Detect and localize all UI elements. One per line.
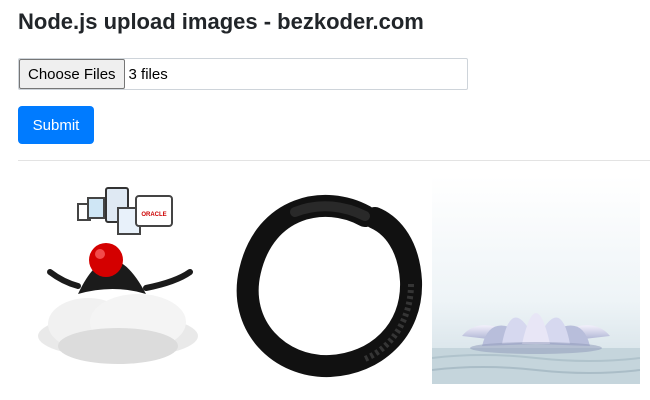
- submit-button[interactable]: Submit: [18, 106, 94, 144]
- selected-files-count: 3 files: [128, 65, 168, 83]
- image-thumbnail-duke: ORACLE: [18, 176, 226, 384]
- oracle-badge: ORACLE: [141, 212, 166, 218]
- page-title: Node.js upload images - bezkoder.com: [18, 9, 424, 34]
- lotus-image: [432, 176, 640, 384]
- enso-circle-image: [236, 194, 423, 378]
- duke-cloud-image: ORACLE: [38, 187, 198, 364]
- divider: [18, 160, 650, 161]
- image-thumbnail-enso: [225, 176, 433, 384]
- choose-files-button[interactable]: Choose Files: [19, 59, 125, 89]
- image-thumbnail-lotus: [432, 176, 640, 384]
- file-input[interactable]: Choose Files 3 files: [18, 58, 468, 90]
